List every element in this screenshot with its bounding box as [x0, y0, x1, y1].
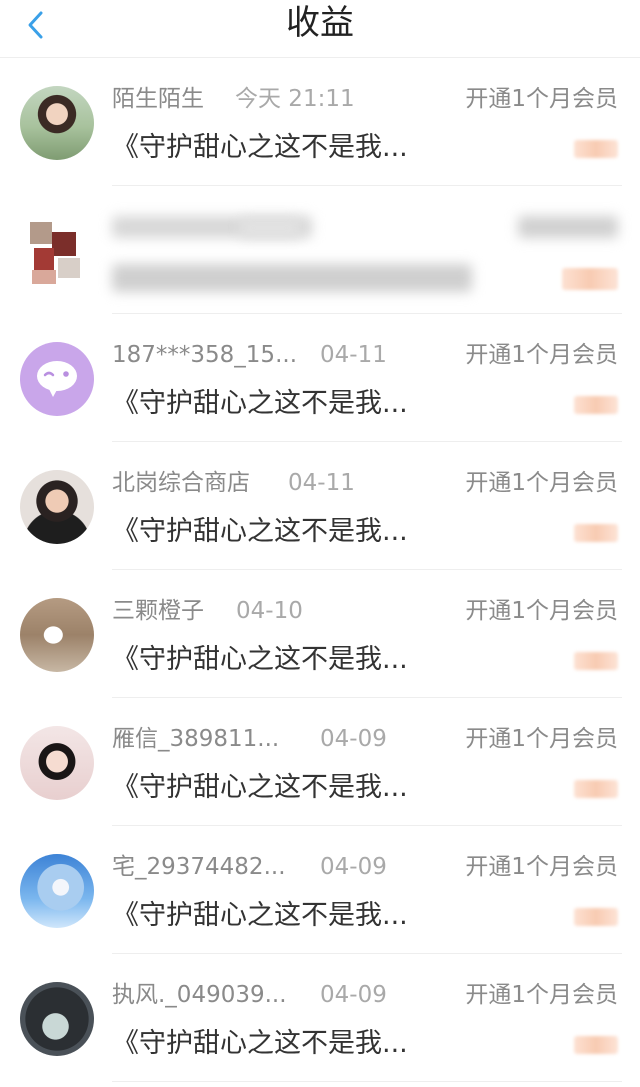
- list-item[interactable]: 陌生陌生 今天 21:11 开通1个月会员 《守护甜心之这不是我...: [0, 58, 640, 186]
- book-title: 《守护甜心之这不是我...: [112, 516, 408, 547]
- timestamp: 04-09: [320, 982, 387, 1008]
- user-name: 雁信_389811...: [112, 726, 280, 752]
- purchase-type: [518, 216, 618, 238]
- purchase-type: 开通1个月会员: [465, 470, 618, 496]
- amount-redacted: [562, 268, 618, 290]
- top-bar: 收益: [0, 0, 640, 58]
- timestamp: 04-09: [320, 854, 387, 880]
- chat-bubble-icon: [37, 361, 77, 397]
- user-name: 187***358_15...: [112, 342, 297, 368]
- avatar: [20, 982, 94, 1056]
- user-name: 宅_29374482...: [112, 854, 286, 880]
- book-title: 《守护甜心之这不是我...: [112, 388, 408, 419]
- book-title: 《守护甜心之这不是我...: [112, 772, 408, 803]
- purchase-type: 开通1个月会员: [465, 854, 618, 880]
- timestamp: 04-11: [320, 342, 387, 368]
- list-item[interactable]: 北岗综合商店 04-11 开通1个月会员 《守护甜心之这不是我...: [0, 442, 640, 570]
- avatar: [20, 86, 94, 160]
- user-name: 北岗综合商店: [112, 470, 250, 496]
- user-name: 陌生陌生: [112, 86, 204, 112]
- timestamp: 04-09: [320, 726, 387, 752]
- user-name: 三颗橙子: [112, 598, 204, 624]
- list-item[interactable]: 187***358_15... 04-11 开通1个月会员 《守护甜心之这不是我…: [0, 314, 640, 442]
- amount-redacted: [574, 780, 618, 798]
- timestamp: [240, 218, 300, 238]
- purchase-type: 开通1个月会员: [465, 342, 618, 368]
- book-title: [112, 264, 472, 292]
- user-name: 执风._049039...: [112, 982, 287, 1008]
- page-title: 收益: [286, 3, 354, 43]
- timestamp: 04-11: [288, 470, 355, 496]
- timestamp: 今天 21:11: [235, 86, 355, 112]
- list-item[interactable]: 三颗橙子 04-10 开通1个月会员 《守护甜心之这不是我...: [0, 570, 640, 698]
- purchase-type: 开通1个月会员: [465, 86, 618, 112]
- avatar: [20, 470, 94, 544]
- list-item[interactable]: 宅_29374482... 04-09 开通1个月会员 《守护甜心之这不是我..…: [0, 826, 640, 954]
- avatar: [20, 854, 94, 928]
- avatar: [20, 726, 94, 800]
- list-item[interactable]: 执风._049039... 04-09 开通1个月会员 《守护甜心之这不是我..…: [0, 954, 640, 1082]
- list-item[interactable]: [0, 186, 640, 314]
- avatar: [20, 598, 94, 672]
- amount-redacted: [574, 524, 618, 542]
- amount-redacted: [574, 908, 618, 926]
- amount-redacted: [574, 140, 618, 158]
- book-title: 《守护甜心之这不是我...: [112, 132, 408, 163]
- book-title: 《守护甜心之这不是我...: [112, 1028, 408, 1059]
- avatar: [20, 214, 94, 288]
- list-item[interactable]: 雁信_389811... 04-09 开通1个月会员 《守护甜心之这不是我...: [0, 698, 640, 826]
- book-title: 《守护甜心之这不是我...: [112, 900, 408, 931]
- avatar: [20, 342, 94, 416]
- timestamp: 04-10: [236, 598, 303, 624]
- amount-redacted: [574, 1036, 618, 1054]
- amount-redacted: [574, 396, 618, 414]
- purchase-type: 开通1个月会员: [465, 598, 618, 624]
- amount-redacted: [574, 652, 618, 670]
- purchase-type: 开通1个月会员: [465, 982, 618, 1008]
- purchase-type: 开通1个月会员: [465, 726, 618, 752]
- book-title: 《守护甜心之这不是我...: [112, 644, 408, 675]
- earnings-list: 陌生陌生 今天 21:11 开通1个月会员 《守护甜心之这不是我... 187*…: [0, 58, 640, 1082]
